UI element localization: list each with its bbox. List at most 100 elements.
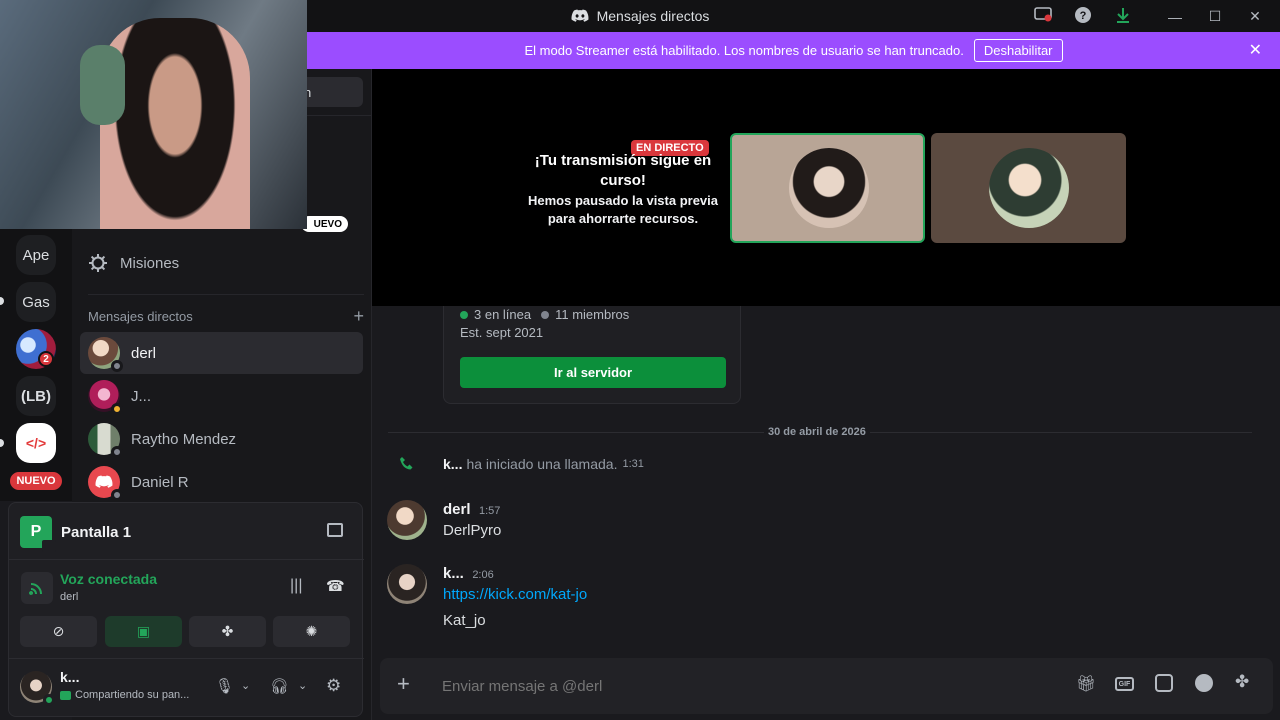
server-code[interactable]: </> [16,423,56,463]
screen-share-active-icon: ▣ [136,623,151,639]
server-card: 3 en línea 11 miembros Est. sept 2021 Ir… [443,289,741,404]
call-event: k... ha iniciado una llamada. 1:31 [398,455,644,473]
message-author[interactable]: derl [443,501,471,518]
go-to-server-label: Ir al servidor [553,365,633,380]
stop-stream-icon[interactable] [327,523,343,537]
server-label: Ape [22,246,50,264]
camera-off-button[interactable]: ⊘ [20,616,97,647]
date-divider-label: 30 de abril de 2026 [764,426,870,438]
voice-activity-icon[interactable]: ||| [290,577,302,595]
message-text: Kat_jo [443,612,486,629]
microphone-icon[interactable]: 🎙︎ [215,677,234,695]
message-text: DerlPyro [443,522,502,539]
apps-icon[interactable]: ✤ [1235,672,1249,692]
headphones-icon[interactable]: 🎧︎ [270,677,289,695]
close-banner-icon[interactable]: ✕ [1249,40,1262,60]
message-time: 1:57 [478,505,501,517]
disable-streamer-button[interactable]: Deshabilitar [973,39,1063,62]
server-ape[interactable]: Ape [16,235,56,275]
quests-label: Misiones [120,254,180,272]
unread-pill [0,297,4,305]
gift-icon[interactable]: 🎁︎ [1076,674,1096,694]
streamer-mode-banner: El modo Streamer está habilitado. Los no… [307,32,1280,69]
avatar [88,423,123,458]
badge-count: 2 [43,353,49,365]
message: k... 2:06 https://kick.com/kat-jo Kat_jo [443,565,587,629]
message-author[interactable]: k... [443,565,464,582]
message: derl 1:57 DerlPyro [443,501,501,539]
server-label: Gas [22,293,50,311]
add-attachment-icon[interactable]: + [397,672,410,696]
dm-name: Daniel R [131,473,189,491]
stream-tile-self[interactable] [730,133,925,243]
stream-tile-derl[interactable] [931,133,1126,243]
server-gas[interactable]: Gas [16,282,56,322]
soundboard-button[interactable]: ✺ [273,616,350,647]
activities-icon: ✤ [221,623,234,639]
dm-item-raytho[interactable]: Raytho Mendez [80,418,363,460]
discord-avatar-icon [95,475,113,488]
help-icon[interactable]: ? [1072,6,1094,27]
dm-item-daniel[interactable]: Daniel R [80,461,363,503]
create-dm-icon[interactable]: + [353,307,364,325]
call-text: ha iniciado una llamada. [466,456,618,472]
go-to-server-button[interactable]: Ir al servidor [460,357,726,388]
webcam-plush [80,45,125,125]
server-badge: 2 [38,351,54,367]
user-name[interactable]: k... [60,669,79,685]
webcam-person [100,18,250,229]
disconnect-icon[interactable]: ☎ [326,577,345,595]
stream-body: Hemos pausado la vista previa para ahorr… [527,193,719,226]
message-link[interactable]: https://kick.com/kat-jo [443,586,587,603]
chevron-down-icon[interactable]: ⌄ [241,679,250,692]
screen-share-item[interactable]: P Pantalla 1 [20,516,131,552]
search-button[interactable]: n [302,77,363,107]
download-icon[interactable] [1112,6,1134,27]
voice-status[interactable]: Voz conectada [60,571,157,587]
server-label: (LB) [21,387,51,405]
call-user[interactable]: k... [443,456,462,472]
banner-text: El modo Streamer está habilitado. Los no… [524,43,964,58]
new-tag-text: UEVO [313,218,342,230]
avatar [88,380,123,415]
maximize-icon[interactable]: ☐ [1204,8,1226,25]
message-time: 2:06 [472,569,494,581]
new-tag: UEVO [301,216,348,232]
avatar [88,337,123,372]
activities-button[interactable]: ✤ [189,616,266,647]
voice-channel[interactable]: derl [60,591,78,603]
window-title: Mensajes directos [571,8,709,24]
user-status-text: Compartiendo su pan... [75,689,190,701]
connection-status-icon[interactable] [21,572,53,604]
new-server-tag: NUEVO [8,470,64,492]
call-time: 1:31 [622,458,644,470]
gear-icon[interactable]: ⚙ [326,676,341,696]
emoji-icon[interactable] [1195,674,1213,692]
dm-name: Raytho Mendez [131,430,237,448]
sticker-icon[interactable] [1155,674,1173,692]
avatar[interactable] [387,500,427,540]
avatar[interactable] [387,564,427,604]
stream-status-icon[interactable] [1032,7,1054,26]
dm-item-derl[interactable]: derl [80,332,363,374]
message-input[interactable] [442,672,1042,700]
user-status: Compartiendo su pan... [60,689,189,701]
discord-logo-icon [571,9,589,22]
message-composer: + 🎁︎ GIF ✤ [380,658,1273,714]
avatar[interactable] [20,671,55,706]
server-lb[interactable]: (LB) [16,376,56,416]
quests-item[interactable]: Misiones [80,243,363,283]
minimize-icon[interactable]: — [1164,9,1186,25]
server-rail: Ape Gas 2 (LB) </> NUEVO [0,229,72,501]
avatar [88,466,123,501]
dm-item-j[interactable]: J... [80,375,363,417]
gif-icon[interactable]: GIF [1115,677,1134,691]
close-window-icon[interactable]: ✕ [1244,8,1266,25]
chevron-down-icon[interactable]: ⌄ [298,679,307,692]
screen-share-button[interactable]: ▣ [105,616,182,647]
unread-pill [0,439,4,447]
soundboard-icon: ✺ [305,623,318,639]
phone-icon [400,457,413,470]
online-count: 3 en línea [474,307,532,322]
server-label: </> [25,435,47,451]
